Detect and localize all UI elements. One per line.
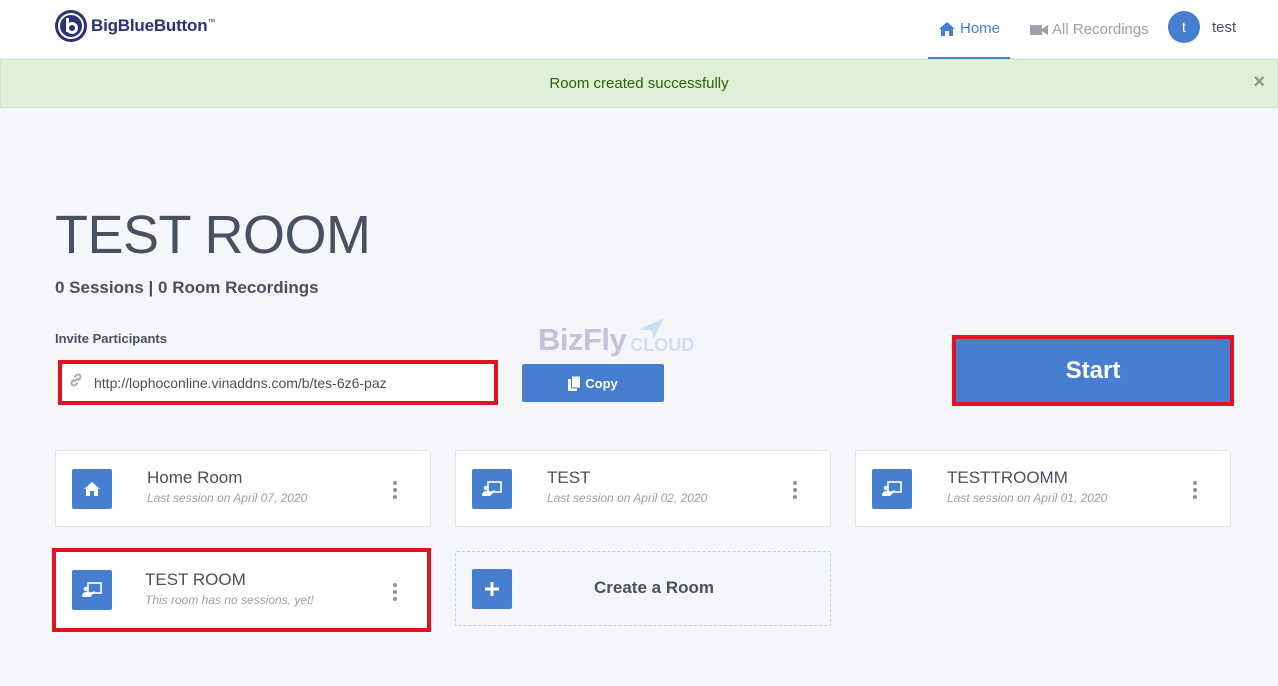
room-card-name: TEST ROOM: [145, 570, 246, 589]
presentation-icon: [872, 469, 912, 509]
room-card-subtitle: This room has no sessions, yet!: [145, 593, 314, 607]
start-button-highlight: Start: [952, 335, 1234, 406]
invite-url-input[interactable]: [94, 374, 474, 391]
presentation-icon: [72, 570, 112, 610]
room-card-name: Home Room: [147, 468, 243, 487]
close-icon[interactable]: ×: [1253, 72, 1265, 92]
nav-all-recordings[interactable]: All Recordings: [1030, 0, 1149, 59]
plus-icon: [472, 569, 512, 609]
room-card-test-room[interactable]: TEST ROOM This room has no sessions, yet…: [52, 548, 431, 632]
room-card-subtitle: Last session on April 02, 2020: [547, 491, 708, 505]
room-card-name: TESTTROOMM: [947, 468, 1068, 487]
invite-url-field[interactable]: [58, 360, 498, 405]
room-card-test[interactable]: TEST Last session on April 02, 2020: [455, 450, 831, 527]
room-card-subtitle: Last session on April 07, 2020: [147, 491, 308, 505]
user-name: test: [1212, 18, 1237, 36]
copy-label: Copy: [585, 375, 618, 391]
create-room-label: Create a Room: [594, 578, 714, 597]
bigbluebutton-logo-icon: [55, 10, 87, 42]
kebab-menu-icon[interactable]: [392, 583, 398, 601]
start-button[interactable]: Start: [956, 339, 1230, 402]
kebab-menu-icon[interactable]: [792, 481, 798, 499]
success-alert: Room created successfully ×: [0, 59, 1278, 108]
watermark-brand: BizFly: [538, 322, 627, 357]
logo[interactable]: BigBlueButton™: [55, 10, 215, 42]
home-icon: [72, 469, 112, 509]
copy-button[interactable]: Copy: [522, 364, 664, 402]
invite-label: Invite Participants: [55, 331, 167, 346]
alert-message: Room created successfully: [549, 75, 729, 92]
user-menu[interactable]: t test: [1168, 11, 1236, 43]
page-title: TEST ROOM: [55, 205, 371, 265]
nav-all-recordings-label: All Recordings: [1052, 21, 1149, 38]
room-card-name: TEST: [547, 468, 591, 487]
paper-plane-icon: [638, 318, 664, 338]
logo-text: BigBlueButton™: [91, 16, 216, 35]
video-camera-icon: [1030, 24, 1048, 36]
copy-icon: [568, 375, 582, 391]
room-card-subtitle: Last session on April 01, 2020: [947, 491, 1108, 505]
home-icon: [938, 21, 956, 37]
presentation-icon: [472, 469, 512, 509]
top-navbar: BigBlueButton™ Home All Recordings t tes…: [0, 0, 1278, 59]
avatar: t: [1168, 11, 1200, 43]
room-stats: 0 Sessions | 0 Room Recordings: [55, 278, 319, 297]
kebab-menu-icon[interactable]: [1192, 481, 1198, 499]
room-card-testtroomm[interactable]: TESTTROOMM Last session on April 01, 202…: [855, 450, 1231, 527]
kebab-menu-icon[interactable]: [392, 481, 398, 499]
bizfly-cloud-watermark: BizFly CLOUD: [538, 318, 694, 358]
create-room-card[interactable]: Create a Room: [455, 551, 831, 626]
room-card-home-room[interactable]: Home Room Last session on April 07, 2020: [55, 450, 431, 527]
link-icon: [68, 372, 84, 393]
nav-home[interactable]: Home: [928, 0, 1010, 59]
nav-home-label: Home: [959, 20, 1000, 37]
